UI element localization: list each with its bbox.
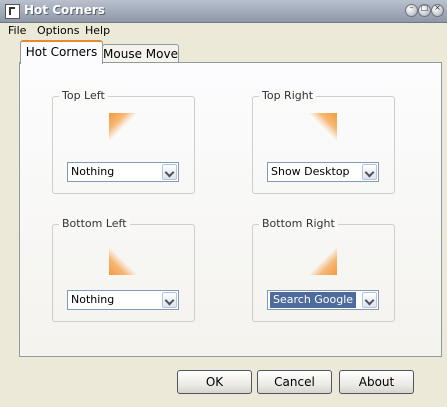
close-icon: × [434,3,441,12]
top-left-corner-icon [109,113,137,141]
bottom-left-label: Bottom Left [59,217,130,230]
top-right-corner-icon [309,113,337,141]
bottom-right-corner-icon [309,247,337,275]
tab-hot-corners[interactable]: Hot Corners [20,40,103,64]
hot-corners-window: Hot Corners – □ × File Options Help Hot … [0,0,447,407]
menu-help[interactable]: Help [82,24,113,37]
group-bottom-right: Bottom Right Search Google [252,217,395,322]
ok-button[interactable]: OK [177,370,252,394]
top-left-action-select[interactable]: Nothing [67,162,179,182]
top-left-action-value: Nothing [71,165,115,178]
bottom-right-label: Bottom Right [259,217,338,230]
title-bar[interactable]: Hot Corners – □ × [0,0,447,23]
menu-file[interactable]: File [5,24,29,37]
menu-options[interactable]: Options [34,24,82,37]
bottom-right-action-value: Search Google [270,292,357,308]
minimize-icon: – [409,3,414,12]
top-left-label: Top Left [59,89,108,102]
cancel-button[interactable]: Cancel [257,370,332,394]
bottom-left-action-select[interactable]: Nothing [67,290,179,310]
chevron-down-icon[interactable] [162,164,177,180]
app-icon [5,4,20,19]
maximize-icon: □ [420,3,429,12]
menu-bar: File Options Help [0,22,447,40]
bottom-right-action-select[interactable]: Search Google [267,290,379,310]
about-button[interactable]: About [339,370,414,394]
top-right-action-select[interactable]: Show Desktop [267,162,379,182]
group-bottom-left: Bottom Left Nothing [52,217,195,322]
maximize-button[interactable]: □ [418,3,431,17]
close-button[interactable]: × [431,3,444,17]
chevron-down-icon[interactable] [362,164,377,180]
group-top-left: Top Left Nothing [52,89,195,194]
tab-mouse-move[interactable]: Mouse Move [102,44,179,63]
window-title: Hot Corners [24,3,105,17]
top-right-action-value: Show Desktop [271,165,350,178]
chevron-down-icon[interactable] [162,292,177,308]
group-top-right: Top Right Show Desktop [252,89,395,194]
bottom-left-action-value: Nothing [71,293,115,306]
tab-panel: Top Left Nothing Top Right Show Desktop … [19,62,442,357]
bottom-left-corner-icon [109,247,137,275]
minimize-button[interactable]: – [405,3,418,17]
chevron-down-icon[interactable] [362,292,377,308]
top-right-label: Top Right [259,89,317,102]
